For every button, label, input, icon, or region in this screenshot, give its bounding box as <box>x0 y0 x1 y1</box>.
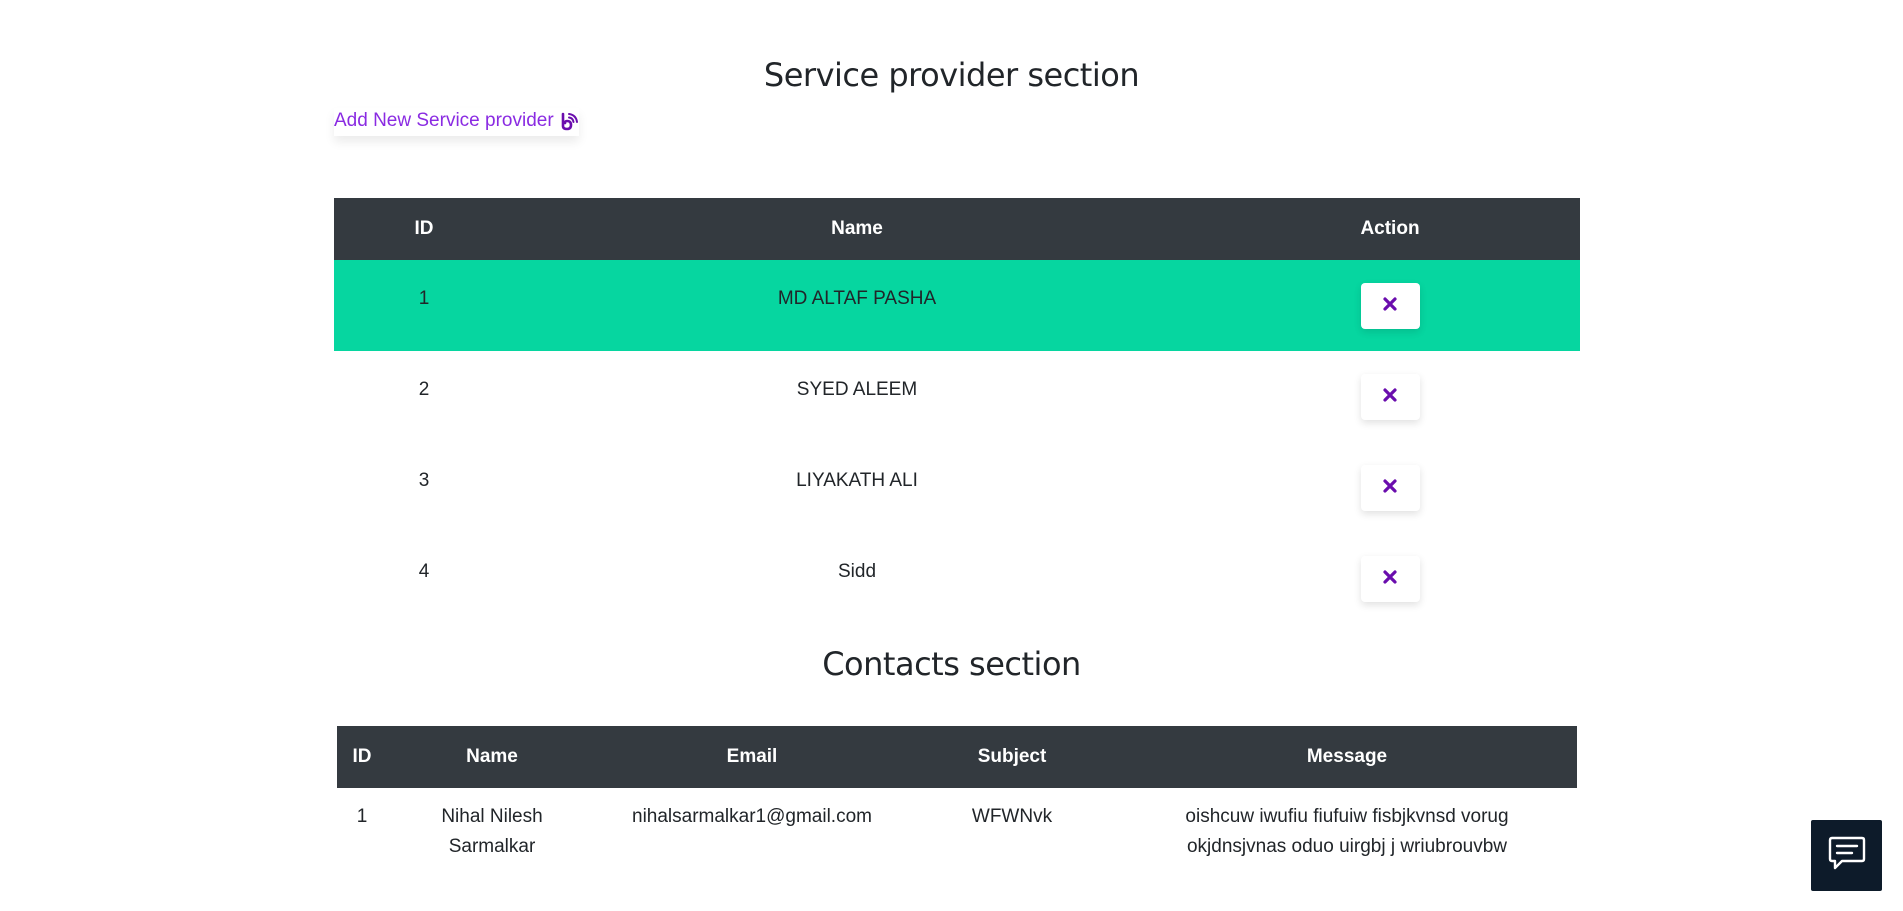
contacts-table: ID Name Email Subject Message 1 Nihal Ni… <box>337 726 1577 876</box>
provider-name: MD ALTAF PASHA <box>514 260 1200 351</box>
contact-email: nihalsarmalkar1@gmail.com <box>632 806 872 827</box>
close-icon <box>1382 296 1398 315</box>
column-header-id: ID <box>337 726 387 788</box>
column-header-message: Message <box>1117 726 1577 788</box>
table-header-row: ID Name Email Subject Message <box>337 726 1577 788</box>
contact-name: Nihal Nilesh Sarmalkar <box>441 806 543 857</box>
service-provider-table: ID Name Action 1 MD ALTAF PASHA 2 SYED A… <box>334 198 1580 624</box>
provider-id: 3 <box>418 469 430 491</box>
table-row: 3 LIYAKATH ALI <box>334 442 1580 533</box>
table-row: 1 MD ALTAF PASHA <box>334 260 1580 351</box>
provider-action-cell <box>1200 533 1580 624</box>
contacts-title: Contacts section <box>822 645 1081 683</box>
column-header-name: Name <box>514 198 1200 260</box>
column-header-id: ID <box>334 198 514 260</box>
contact-subject: WFWNvk <box>971 806 1053 827</box>
delete-button[interactable] <box>1360 464 1420 511</box>
provider-id: 2 <box>418 378 430 400</box>
column-header-name: Name <box>387 726 597 788</box>
table-row: 4 Sidd <box>334 533 1580 624</box>
page: Service provider section Add New Service… <box>0 0 1903 911</box>
provider-action-cell <box>1200 442 1580 533</box>
service-provider-title: Service provider section <box>763 56 1140 94</box>
provider-id: 4 <box>418 560 430 582</box>
provider-name: Sidd <box>837 560 877 582</box>
provider-action-cell <box>1200 351 1580 442</box>
close-icon <box>1382 478 1398 497</box>
close-icon <box>1382 387 1398 406</box>
table-row: 1 Nihal Nilesh Sarmalkar nihalsarmalkar1… <box>337 788 1577 876</box>
provider-name: LIYAKATH ALI <box>796 469 918 491</box>
provider-action-cell <box>1200 260 1580 351</box>
contact-id: 1 <box>356 806 368 827</box>
column-header-subject: Subject <box>907 726 1117 788</box>
close-icon <box>1382 569 1398 588</box>
delete-button[interactable] <box>1360 282 1420 329</box>
column-header-email: Email <box>597 726 907 788</box>
delete-button[interactable] <box>1360 555 1420 602</box>
chat-icon <box>1828 835 1866 876</box>
delete-button[interactable] <box>1360 373 1420 420</box>
add-service-provider-link[interactable]: Add New Service provider <box>334 108 579 136</box>
provider-name: SYED ALEEM <box>796 378 918 400</box>
table-header-row: ID Name Action <box>334 198 1580 260</box>
table-row: 2 SYED ALEEM <box>334 351 1580 442</box>
contact-message: oishcuw iwufiu fiufuiw fisbjkvnsd vorug … <box>1185 806 1509 857</box>
bell-ring-icon <box>559 111 579 131</box>
chat-widget-button[interactable] <box>1811 820 1882 891</box>
provider-id: 1 <box>334 260 514 351</box>
column-header-action: Action <box>1200 198 1580 260</box>
add-service-provider-label: Add New Service provider <box>334 110 554 131</box>
